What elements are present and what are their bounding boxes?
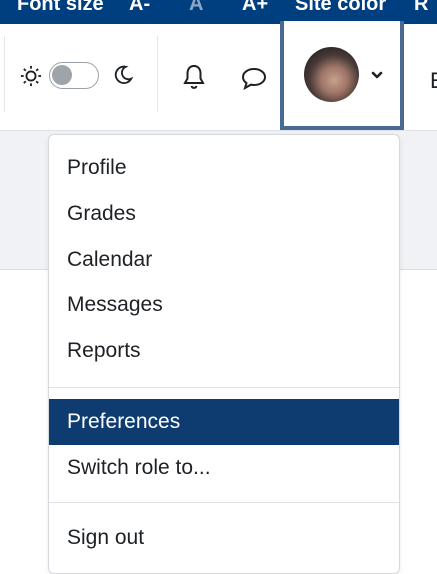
user-menu-toggle[interactable] — [280, 21, 404, 130]
toggle-knob — [52, 65, 72, 85]
sun-icon[interactable] — [20, 65, 42, 87]
menu-divider — [49, 502, 399, 503]
menu-item-grades[interactable]: Grades — [49, 191, 399, 237]
font-reset-button[interactable]: A — [189, 0, 203, 14]
navbar-divider — [4, 36, 5, 112]
font-size-label: Font size — [17, 0, 104, 15]
avatar — [304, 47, 359, 102]
navbar-cut-text: E — [430, 68, 437, 94]
menu-item-reports[interactable]: Reports — [49, 328, 399, 374]
navbar-divider — [157, 36, 158, 112]
menu-item-sign-out[interactable]: Sign out — [49, 515, 399, 561]
user-menu-dropdown: Profile Grades Calendar Messages Reports… — [48, 134, 400, 574]
menu-item-preferences[interactable]: Preferences — [49, 399, 399, 445]
font-increase-button[interactable]: A+ — [242, 0, 268, 14]
bell-icon[interactable] — [182, 64, 206, 90]
chat-icon[interactable] — [240, 65, 268, 91]
menu-item-profile[interactable]: Profile — [49, 145, 399, 191]
moon-icon[interactable] — [112, 64, 134, 86]
font-decrease-button[interactable]: A- — [129, 0, 150, 14]
theme-toggle-switch[interactable] — [49, 62, 99, 89]
menu-item-messages[interactable]: Messages — [49, 282, 399, 328]
chevron-down-icon — [371, 71, 383, 79]
menu-item-calendar[interactable]: Calendar — [49, 237, 399, 283]
menu-item-switch-role[interactable]: Switch role to... — [49, 445, 399, 491]
site-color-button[interactable]: Site color — [295, 0, 386, 14]
menu-divider — [49, 387, 399, 388]
toolbar-cut-item[interactable]: R — [414, 0, 428, 14]
